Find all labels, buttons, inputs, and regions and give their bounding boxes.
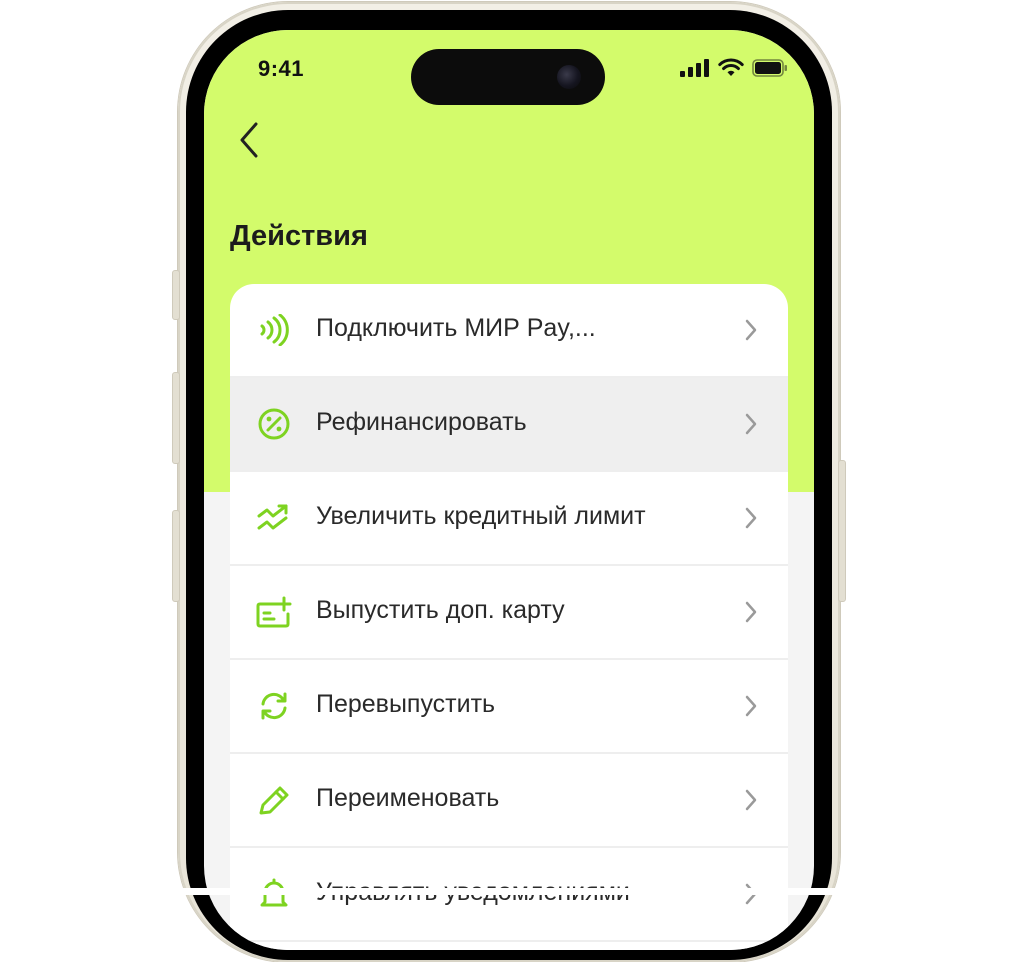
- dynamic-island: [411, 49, 605, 105]
- action-label: Увеличить кредитный лимит: [316, 502, 646, 530]
- phone-side-button: [172, 372, 180, 464]
- actions-list: Подключить МИР Pay,... Рефинансировать У…: [230, 284, 788, 950]
- battery-icon: [752, 58, 787, 77]
- chevron-right-icon: [744, 787, 758, 813]
- trend-up-icon: [256, 502, 292, 534]
- action-item-notifications[interactable]: Управлять уведомлениями: [230, 848, 788, 942]
- action-label: Переименовать: [316, 784, 500, 812]
- page-title: Действия: [230, 220, 368, 252]
- chevron-right-icon: [744, 599, 758, 625]
- card-add-icon: [256, 596, 292, 628]
- action-item-rename[interactable]: Переименовать: [230, 754, 788, 848]
- wifi-icon: [718, 58, 744, 76]
- chevron-right-icon: [744, 693, 758, 719]
- action-item-extra-card[interactable]: Выпустить доп. карту: [230, 566, 788, 660]
- action-label: Рефинансировать: [316, 408, 527, 436]
- status-time: 9:41: [258, 56, 305, 81]
- action-item-increase-limit[interactable]: Увеличить кредитный лимит: [230, 472, 788, 566]
- chevron-right-icon: [744, 317, 758, 343]
- phone-side-button: [172, 270, 180, 320]
- phone-screen: 9:41 Действия Подключить МИР Pay,... Реф…: [204, 30, 814, 950]
- refresh-icon: [256, 690, 292, 722]
- front-camera: [557, 65, 581, 89]
- back-button[interactable]: [232, 118, 268, 162]
- action-item-refinance[interactable]: Рефинансировать: [230, 378, 788, 472]
- chevron-right-icon: [744, 505, 758, 531]
- action-item-reissue[interactable]: Перевыпустить: [230, 660, 788, 754]
- percent-circle-icon: [256, 408, 292, 440]
- pencil-icon: [256, 784, 292, 816]
- chevron-left-icon: [240, 122, 258, 158]
- image-bottom-edge: [0, 888, 1016, 895]
- status-icons: [680, 58, 788, 77]
- action-label: Выпустить доп. карту: [316, 596, 565, 624]
- action-label: Перевыпустить: [316, 690, 496, 718]
- phone-side-button: [838, 460, 846, 602]
- contactless-icon: [256, 314, 292, 346]
- action-label: Подключить МИР Pay,...: [316, 314, 596, 342]
- phone-side-button: [172, 510, 180, 602]
- chevron-right-icon: [744, 411, 758, 437]
- signal-icon: [680, 58, 709, 77]
- action-item-mir-pay[interactable]: Подключить МИР Pay,...: [230, 284, 788, 378]
